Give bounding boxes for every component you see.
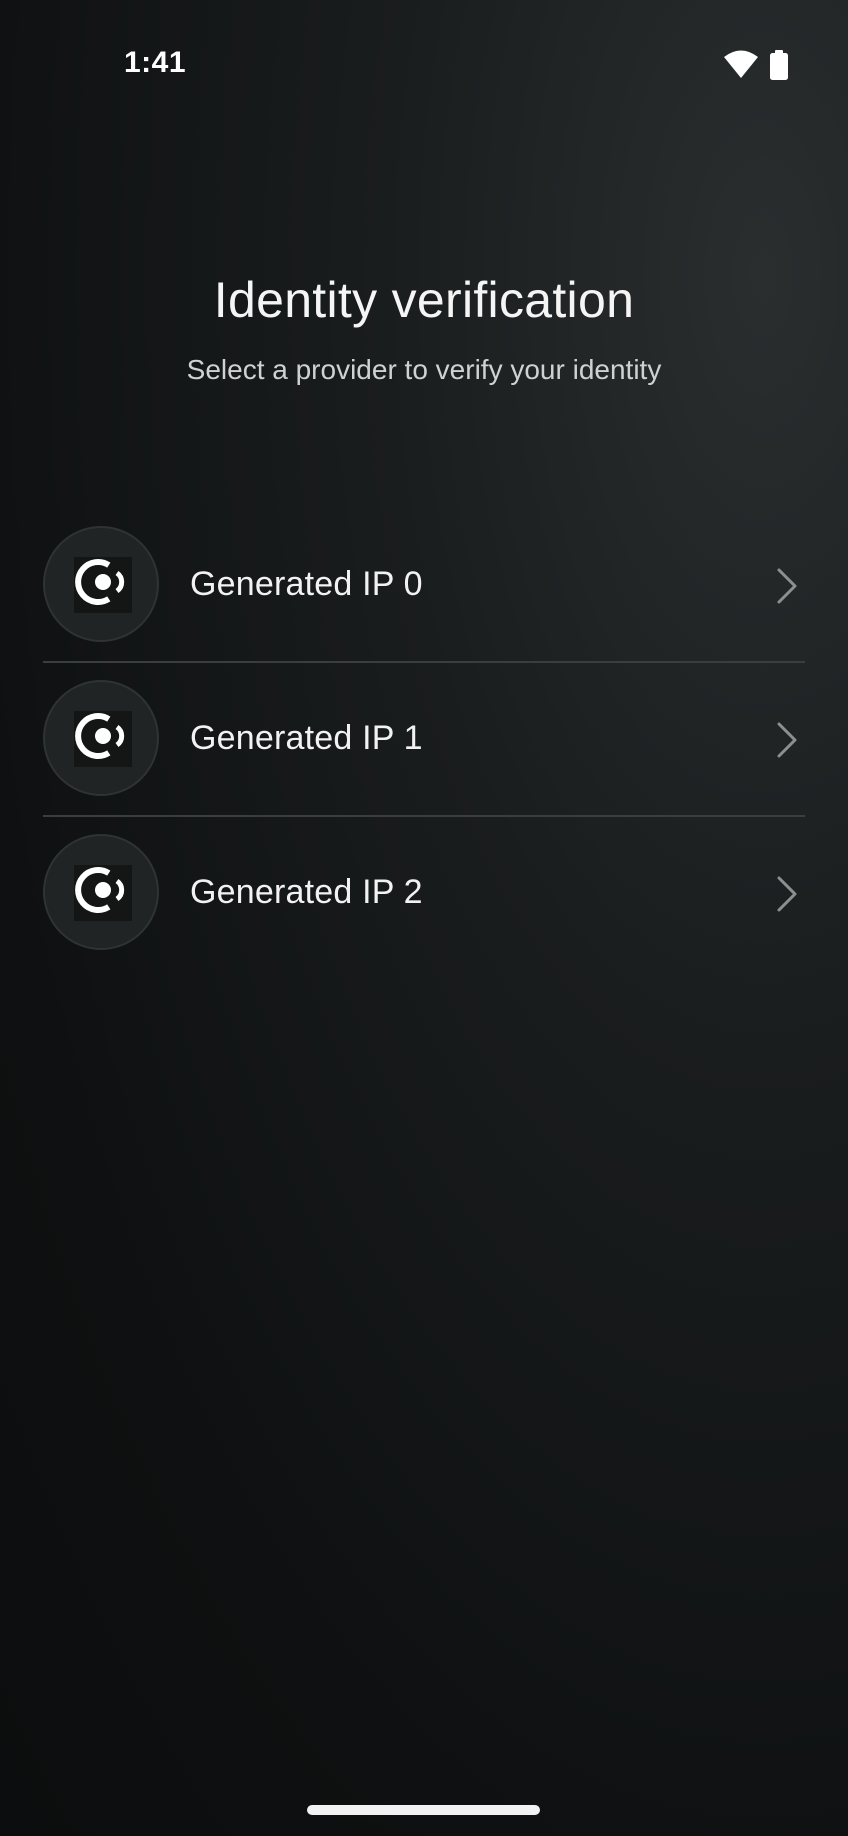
provider-item-1[interactable]: Generated IP 1 [43, 663, 805, 817]
chevron-right-icon [777, 568, 797, 604]
chevron-right-icon [777, 722, 797, 758]
provider-logo-icon [43, 834, 159, 950]
page-title: Identity verification [213, 272, 635, 328]
header: Identity verification Select a provider … [0, 262, 848, 388]
provider-logo-icon [43, 680, 159, 796]
provider-name: Generated IP 2 [190, 873, 423, 911]
page-subtitle: Select a provider to verify your identit… [186, 354, 662, 385]
status-bar: 1:41 [0, 0, 848, 130]
provider-list: Generated IP 0 Generated IP 1 Generated … [43, 509, 805, 971]
provider-name: Generated IP 0 [190, 565, 423, 603]
provider-item-2[interactable]: Generated IP 2 [43, 817, 805, 971]
home-indicator[interactable] [307, 1805, 540, 1815]
status-time: 1:41 [124, 46, 187, 79]
battery-icon [770, 50, 788, 80]
wifi-icon [724, 50, 758, 78]
provider-item-0[interactable]: Generated IP 0 [43, 509, 805, 663]
provider-name: Generated IP 1 [190, 719, 423, 757]
provider-logo-icon [43, 526, 159, 642]
chevron-right-icon [777, 876, 797, 912]
